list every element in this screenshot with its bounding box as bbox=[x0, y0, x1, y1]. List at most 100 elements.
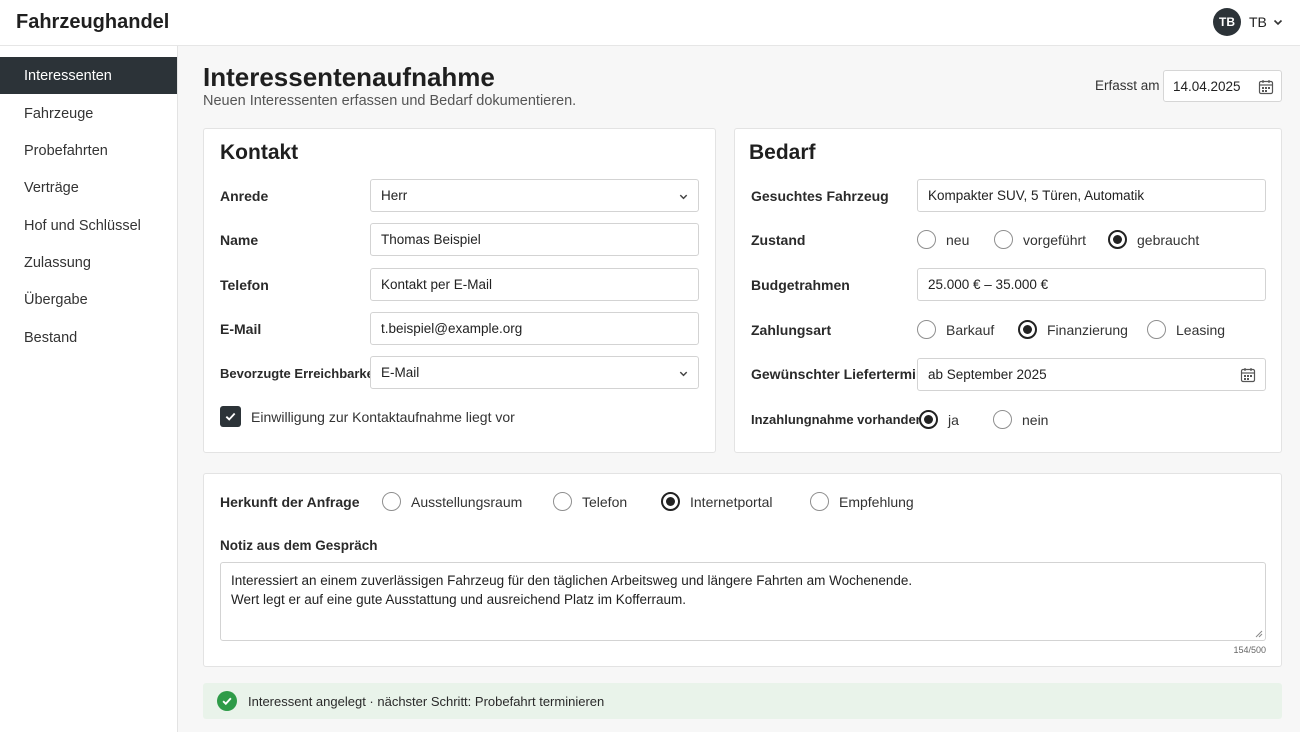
radio-label: Internetportal bbox=[690, 493, 773, 510]
email-label: E-Mail bbox=[220, 321, 262, 337]
chevron-down-icon bbox=[679, 194, 688, 200]
page-subtitle: Neuen Interessenten erfassen und Bedarf … bbox=[203, 93, 577, 109]
sidebar-item-hof-und-schluessel[interactable]: Hof und Schlüssel bbox=[0, 207, 177, 244]
status-bar: Interessent angelegt · nächster Schritt:… bbox=[203, 683, 1282, 719]
zahlungsart-radio-finanzierung[interactable]: Finanzierung bbox=[1018, 320, 1128, 339]
name-value: Thomas Beispiel bbox=[381, 232, 481, 247]
radio-circle[interactable] bbox=[917, 320, 936, 339]
radio-circle[interactable] bbox=[993, 410, 1012, 429]
zustand-label: Zustand bbox=[751, 232, 806, 248]
status-message: Interessent angelegt · nächster Schritt:… bbox=[248, 694, 605, 709]
zahlungsart-radio-barkauf[interactable]: Barkauf bbox=[917, 320, 994, 339]
erfasst-am-label: Erfasst am bbox=[1095, 78, 1160, 93]
user-menu-label[interactable]: TB bbox=[1249, 14, 1267, 30]
email-value: t.beispiel@example.org bbox=[381, 321, 523, 336]
fahrzeug-input[interactable]: Kompakter SUV, 5 Türen, Automatik bbox=[917, 179, 1266, 212]
anrede-label: Anrede bbox=[220, 188, 269, 204]
name-label: Name bbox=[220, 232, 259, 248]
check-circle-icon bbox=[217, 691, 237, 711]
sidebar-item-bestand[interactable]: Bestand bbox=[0, 319, 177, 356]
radio-label: Leasing bbox=[1176, 321, 1226, 338]
radio-circle[interactable] bbox=[810, 492, 829, 511]
zustand-radio-gebraucht[interactable]: gebraucht bbox=[1108, 230, 1199, 249]
liefertermin-label: Gewünschter Liefertermin bbox=[751, 366, 925, 382]
inzahlungnahme-label: Inzahlungnahme vorhanden bbox=[751, 412, 924, 427]
radio-label: Finanzierung bbox=[1047, 321, 1128, 338]
radio-circle[interactable] bbox=[1147, 320, 1166, 339]
radio-circle[interactable] bbox=[917, 230, 936, 249]
zustand-radio-neu[interactable]: neu bbox=[917, 230, 969, 249]
erfasst-am-value: 14.04.2025 bbox=[1173, 78, 1241, 94]
zustand-radio-vorgefuehrt[interactable]: vorgeführt bbox=[994, 230, 1086, 249]
erreichbarkeit-label: Bevorzugte Erreichbarkeit bbox=[220, 366, 382, 381]
sidebar-item-uebergabe[interactable]: Übergabe bbox=[0, 281, 177, 318]
herkunft-radio-empfehlung[interactable]: Empfehlung bbox=[810, 492, 914, 511]
check-icon bbox=[225, 412, 236, 421]
erfasst-am-date-input[interactable]: 14.04.2025 bbox=[1163, 70, 1282, 102]
consent-checkbox-row[interactable]: Einwilligung zur Kontaktaufnahme liegt v… bbox=[220, 406, 515, 427]
notiz-line: Wert legt er auf eine gute Ausstattung u… bbox=[231, 592, 687, 607]
inzahlungnahme-radio-ja[interactable]: ja bbox=[919, 410, 959, 429]
sidebar-item-vertraege[interactable]: Verträge bbox=[0, 169, 177, 206]
radio-label: Barkauf bbox=[946, 321, 995, 338]
user-avatar[interactable]: TB bbox=[1213, 8, 1241, 36]
calendar-icon[interactable] bbox=[1240, 367, 1256, 383]
email-input[interactable]: t.beispiel@example.org bbox=[370, 312, 699, 345]
consent-label: Einwilligung zur Kontaktaufnahme liegt v… bbox=[251, 408, 515, 425]
herkunft-label: Herkunft der Anfrage bbox=[220, 494, 360, 510]
name-input[interactable]: Thomas Beispiel bbox=[370, 223, 699, 256]
telefon-value: Kontakt per E-Mail bbox=[381, 277, 493, 292]
radio-label: ja bbox=[948, 411, 959, 428]
inzahlungnahme-radio-nein[interactable]: nein bbox=[993, 410, 1048, 429]
radio-circle[interactable] bbox=[382, 492, 401, 511]
radio-label: Ausstellungsraum bbox=[411, 493, 523, 510]
herkunft-radio-ausstellungsraum[interactable]: Ausstellungsraum bbox=[382, 492, 522, 511]
telefon-input[interactable]: Kontakt per E-Mail bbox=[370, 268, 699, 301]
radio-label: vorgeführt bbox=[1023, 231, 1087, 248]
zahlungsart-radio-leasing[interactable]: Leasing bbox=[1147, 320, 1225, 339]
anrede-select[interactable]: Herr bbox=[370, 179, 699, 212]
liefertermin-value: ab September 2025 bbox=[928, 367, 1047, 382]
radio-label: gebraucht bbox=[1137, 231, 1200, 248]
sidebar-item-probefahrten[interactable]: Probefahrten bbox=[0, 132, 177, 169]
radio-circle[interactable] bbox=[1108, 230, 1127, 249]
radio-label: Telefon bbox=[582, 493, 628, 510]
kontakt-title: Kontakt bbox=[220, 141, 299, 164]
budget-input[interactable]: 25.000 € – 35.000 € bbox=[917, 268, 1266, 301]
chevron-down-icon bbox=[679, 371, 688, 377]
budget-value: 25.000 € – 35.000 € bbox=[928, 277, 1049, 292]
radio-circle[interactable] bbox=[1018, 320, 1037, 339]
fahrzeug-value: Kompakter SUV, 5 Türen, Automatik bbox=[928, 188, 1145, 203]
notiz-line: Interessiert an einem zuverlässigen Fahr… bbox=[231, 573, 913, 588]
erreichbarkeit-value: E-Mail bbox=[381, 365, 420, 380]
radio-circle[interactable] bbox=[919, 410, 938, 429]
radio-label: Empfehlung bbox=[839, 493, 914, 510]
page-title: Interessentenaufnahme bbox=[203, 62, 495, 92]
radio-circle[interactable] bbox=[994, 230, 1013, 249]
anrede-value: Herr bbox=[381, 188, 408, 203]
resize-handle-icon[interactable] bbox=[1255, 630, 1263, 638]
telefon-label: Telefon bbox=[220, 277, 269, 293]
sidebar-item-zulassung[interactable]: Zulassung bbox=[0, 244, 177, 281]
consent-checkbox[interactable] bbox=[220, 406, 241, 427]
radio-circle[interactable] bbox=[553, 492, 572, 511]
radio-label: nein bbox=[1022, 411, 1049, 428]
notiz-label: Notiz aus dem Gespräch bbox=[220, 538, 378, 553]
notiz-char-counter: 154/500 bbox=[1233, 645, 1266, 655]
erreichbarkeit-select[interactable]: E-Mail bbox=[370, 356, 699, 389]
herkunft-radio-telefon[interactable]: Telefon bbox=[553, 492, 627, 511]
top-bar: Fahrzeughandel TB TB bbox=[0, 0, 1300, 46]
zahlungsart-label: Zahlungsart bbox=[751, 322, 832, 338]
bedarf-title: Bedarf bbox=[749, 141, 816, 164]
radio-circle[interactable] bbox=[661, 492, 680, 511]
calendar-icon[interactable] bbox=[1258, 79, 1274, 95]
sidebar: Interessenten Fahrzeuge Probefahrten Ver… bbox=[0, 46, 178, 732]
budget-label: Budgetrahmen bbox=[751, 277, 850, 293]
sidebar-item-interessenten[interactable]: Interessenten bbox=[0, 57, 177, 94]
sidebar-item-fahrzeuge[interactable]: Fahrzeuge bbox=[0, 95, 177, 132]
liefertermin-input[interactable]: ab September 2025 bbox=[917, 358, 1266, 391]
app-title: Fahrzeughandel bbox=[16, 11, 170, 33]
chevron-down-icon[interactable] bbox=[1272, 16, 1284, 28]
notiz-textarea[interactable]: Interessiert an einem zuverlässigen Fahr… bbox=[220, 562, 1266, 641]
herkunft-radio-internetportal[interactable]: Internetportal bbox=[661, 492, 773, 511]
